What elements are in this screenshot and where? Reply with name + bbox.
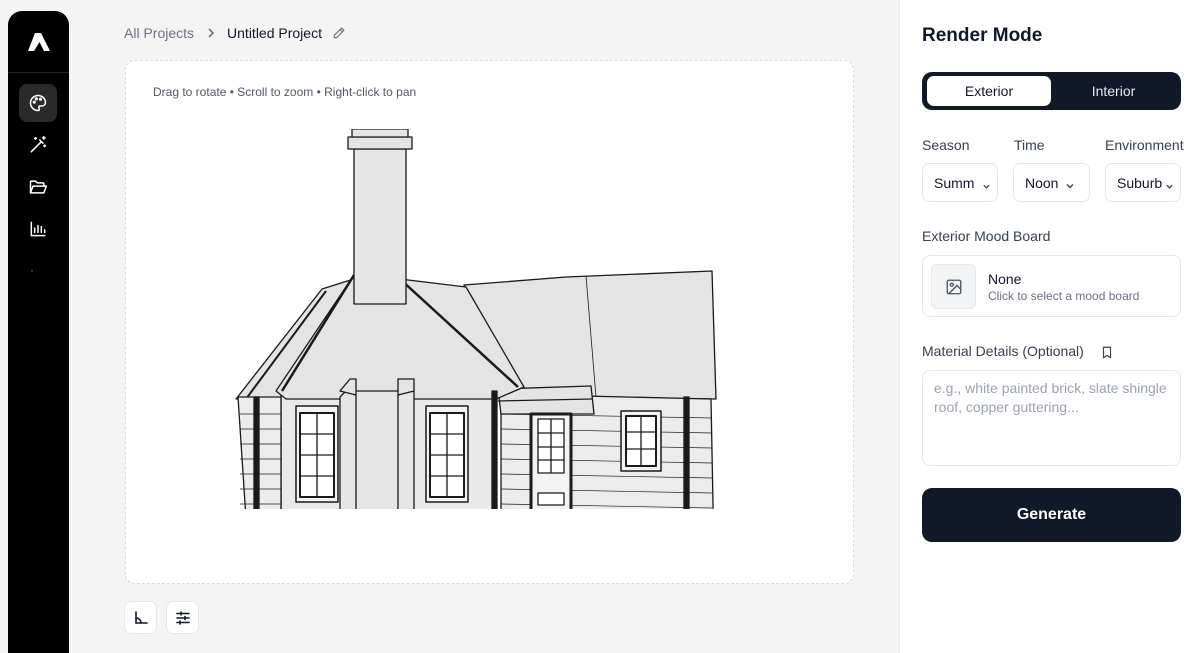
- sidebar-item-palette[interactable]: [19, 84, 57, 122]
- environment-value: Suburb: [1117, 174, 1163, 191]
- logo-icon: [27, 32, 50, 51]
- viewport-hint: Drag to rotate • Scroll to zoom • Right-…: [153, 85, 417, 99]
- house-model[interactable]: [226, 129, 726, 509]
- time-label: Time: [1014, 137, 1045, 153]
- sliders-icon: [175, 610, 190, 625]
- adjust-tool-button[interactable]: [166, 601, 199, 634]
- chevron-right-icon: [207, 27, 215, 39]
- axes-tool-button[interactable]: [124, 601, 157, 634]
- breadcrumb-all-projects[interactable]: All Projects: [124, 25, 194, 41]
- season-label: Season: [922, 137, 970, 153]
- moodboard-subtitle: Click to select a mood board: [988, 289, 1140, 303]
- axes-icon: [134, 610, 148, 624]
- palette-icon: [29, 94, 47, 112]
- environment-select[interactable]: Suburb: [1105, 163, 1181, 202]
- magic-wand-icon: [30, 135, 47, 153]
- panel-title: Render Mode: [922, 25, 1043, 46]
- time-select[interactable]: Noon: [1013, 163, 1090, 202]
- moodboard-label: Exterior Mood Board: [922, 228, 1051, 244]
- material-label: Material Details (Optional): [922, 343, 1084, 359]
- sidebar-item-projects[interactable]: [19, 168, 57, 206]
- mode-interior-button[interactable]: Interior: [1051, 76, 1176, 106]
- render-mode-toggle: Exterior Interior: [922, 72, 1181, 110]
- breadcrumb-current-project: Untitled Project: [227, 25, 322, 41]
- breadcrumb: All Projects Untitled Project: [124, 23, 346, 43]
- season-select[interactable]: Summ: [922, 163, 998, 202]
- sidebar: [8, 11, 69, 653]
- material-details-input[interactable]: e.g., white painted brick, slate shingle…: [922, 370, 1181, 466]
- image-icon: [946, 279, 961, 294]
- environment-label: Environment: [1105, 137, 1184, 153]
- chevron-down-icon: [1163, 178, 1174, 194]
- moodboard-thumbnail: [931, 264, 976, 309]
- chevron-down-icon: [1063, 178, 1075, 194]
- mode-exterior-button[interactable]: Exterior: [927, 76, 1051, 106]
- bookmark-icon[interactable]: [1100, 345, 1114, 365]
- bar-chart-icon: [30, 221, 46, 237]
- pencil-icon[interactable]: [332, 26, 346, 40]
- season-value: Summ: [934, 174, 975, 191]
- chevron-down-icon: [980, 178, 991, 194]
- sidebar-item-analytics[interactable]: [19, 210, 57, 248]
- moodboard-selector[interactable]: None Click to select a mood board: [922, 255, 1181, 317]
- sidebar-dot: [31, 270, 33, 272]
- time-value: Noon: [1025, 174, 1059, 191]
- sidebar-item-magic[interactable]: [19, 126, 57, 164]
- render-panel: Render Mode Exterior Interior Season Tim…: [899, 0, 1200, 653]
- model-viewport[interactable]: Drag to rotate • Scroll to zoom • Right-…: [125, 60, 854, 584]
- sidebar-divider: [8, 72, 69, 73]
- moodboard-title: None: [988, 271, 1022, 287]
- folder-open-icon: [29, 180, 48, 194]
- app-logo[interactable]: [8, 11, 69, 72]
- generate-button[interactable]: Generate: [922, 488, 1181, 542]
